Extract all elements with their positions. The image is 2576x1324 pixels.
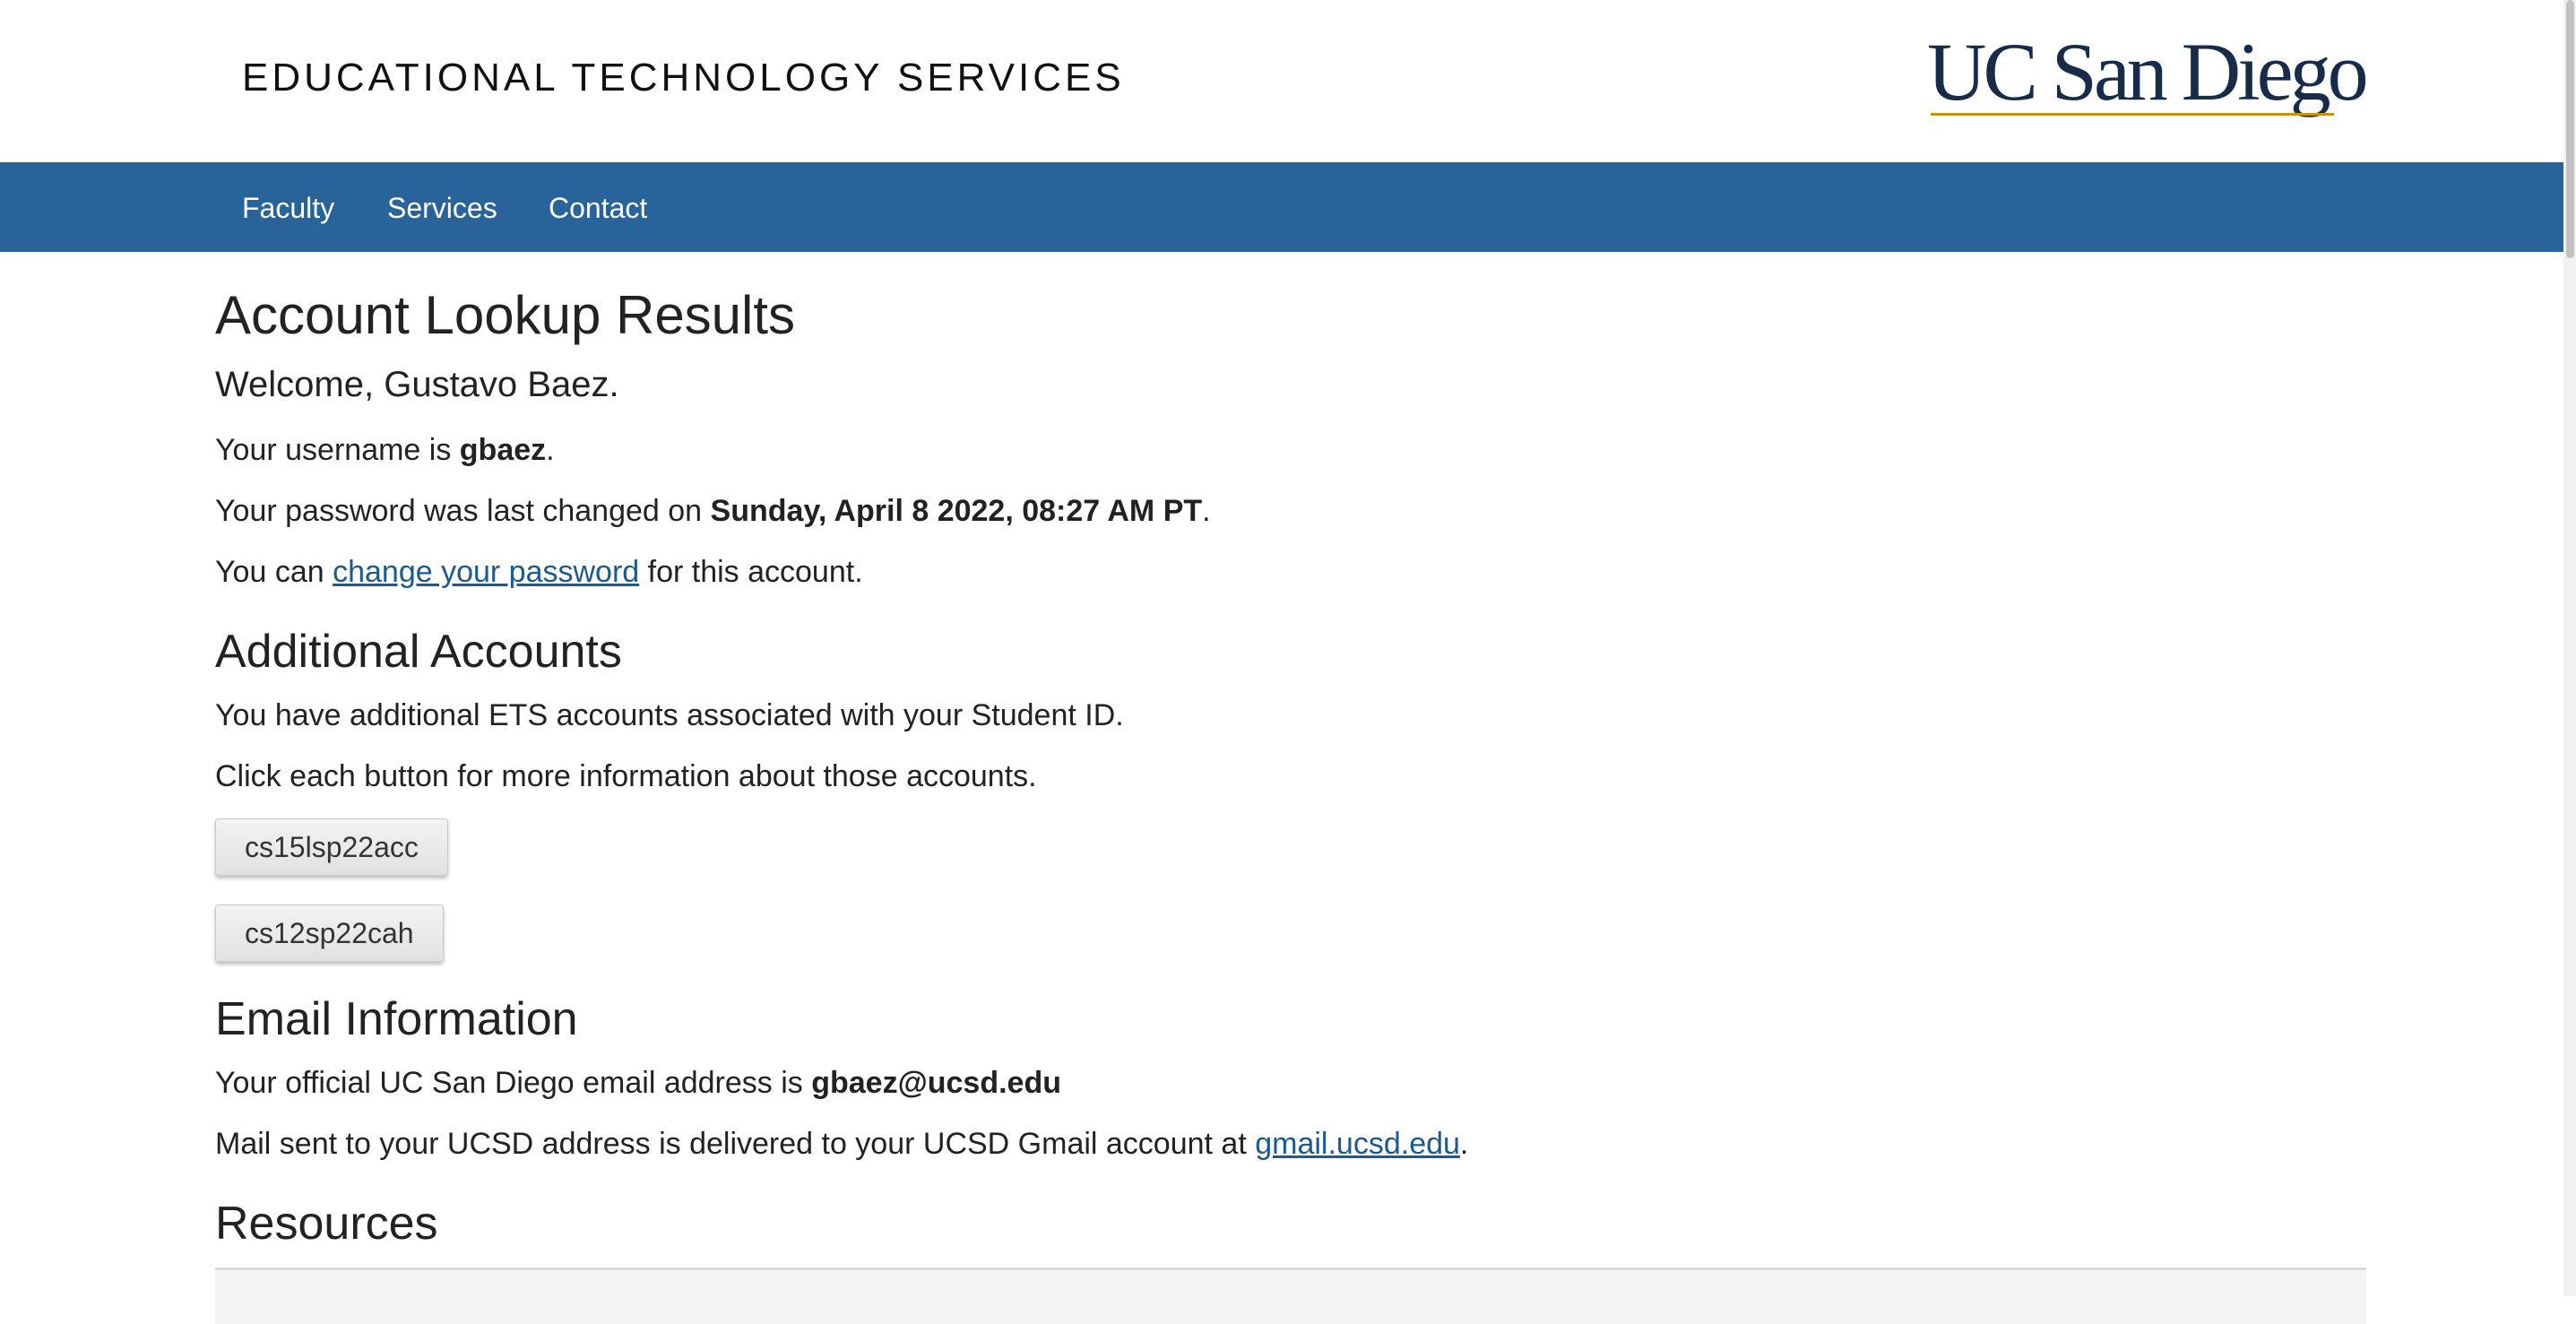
- gmail-delivery-line: Mail sent to your UCSD address is delive…: [215, 1127, 1468, 1162]
- nav-item-contact[interactable]: Contact: [549, 192, 647, 225]
- additional-accounts-text: You have additional ETS accounts associa…: [215, 698, 1124, 732]
- official-email-line: Your official UC San Diego email address…: [215, 1066, 1061, 1101]
- username-suffix: .: [546, 433, 555, 467]
- page-scrollbar[interactable]: [2563, 0, 2576, 1296]
- page-title: Account Lookup Results: [215, 285, 796, 345]
- scrollbar-thumb[interactable]: [2566, 0, 2574, 258]
- change-password-prefix: You can: [215, 555, 333, 589]
- username-value: gbaez: [459, 433, 547, 467]
- password-changed-suffix: .: [1202, 494, 1211, 528]
- username-prefix: Your username is: [215, 433, 460, 467]
- change-password-link[interactable]: change your password: [333, 555, 639, 589]
- account-button-cs15lsp22acc[interactable]: cs15lsp22acc: [215, 818, 448, 876]
- main-nav: Faculty Services Contact: [0, 162, 2563, 252]
- email-information-heading: Email Information: [215, 993, 578, 1045]
- nav-item-services[interactable]: Services: [387, 192, 497, 225]
- logo-gold-rule: [1931, 113, 2334, 116]
- additional-accounts-instructions: Click each button for more information a…: [215, 759, 1037, 793]
- account-button-cs12sp22cah[interactable]: cs12sp22cah: [215, 904, 444, 962]
- password-changed-line: Your password was last changed on Sunday…: [215, 494, 1211, 529]
- official-email-value: gbaez@ucsd.edu: [811, 1066, 1061, 1100]
- gmail-link[interactable]: gmail.ucsd.edu: [1255, 1127, 1460, 1161]
- resources-heading: Resources: [215, 1198, 438, 1250]
- change-password-line: You can change your password for this ac…: [215, 555, 863, 590]
- site-title[interactable]: EDUCATIONAL TECHNOLOGY SERVICES: [242, 56, 1125, 100]
- site-header: EDUCATIONAL TECHNOLOGY SERVICES UC San D…: [0, 0, 2563, 162]
- change-password-suffix: for this account.: [639, 555, 863, 589]
- additional-accounts-heading: Additional Accounts: [215, 626, 622, 678]
- password-changed-prefix: Your password was last changed on: [215, 494, 711, 528]
- official-email-prefix: Your official UC San Diego email address…: [215, 1066, 812, 1100]
- gmail-delivery-suffix: .: [1459, 1127, 1469, 1161]
- password-changed-value: Sunday, April 8 2022, 08:27 AM PT: [710, 494, 1203, 528]
- logo-wordmark: UC San Diego: [1927, 26, 2369, 117]
- gmail-delivery-prefix: Mail sent to your UCSD address is delive…: [215, 1127, 1256, 1161]
- welcome-message: Welcome, Gustavo Baez.: [215, 365, 619, 404]
- username-line: Your username is gbaez.: [215, 433, 555, 468]
- uc-san-diego-logo[interactable]: UC San Diego: [1927, 30, 2369, 122]
- nav-item-faculty[interactable]: Faculty: [242, 192, 334, 225]
